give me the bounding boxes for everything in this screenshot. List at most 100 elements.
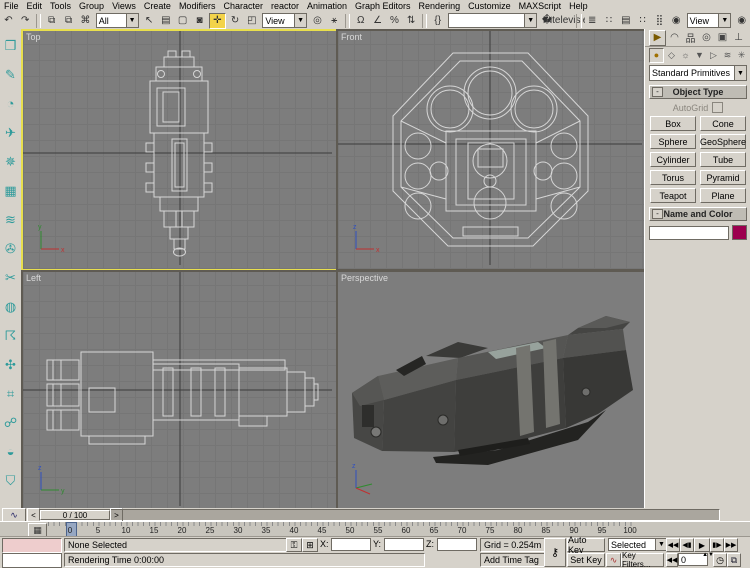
maxscript-listener-white-pane[interactable]: [2, 553, 62, 568]
primitive-button-teapot[interactable]: Teapot: [650, 188, 696, 203]
key-filter-selection-dropdown[interactable]: Selected ▼: [608, 538, 668, 551]
menu-item-animation[interactable]: Animation: [303, 1, 351, 11]
primitive-category-dropdown[interactable]: Standard Primitives ▼: [649, 65, 747, 81]
track-bar[interactable]: ▦ 05101520253035404550556065707580859095…: [0, 521, 750, 537]
menu-item-create[interactable]: Create: [140, 1, 175, 11]
bind-to-space-warp-icon[interactable]: ⌘: [78, 14, 93, 28]
primitive-button-plane[interactable]: Plane: [700, 188, 746, 203]
x-coordinate-field[interactable]: [331, 538, 371, 551]
menu-item-customize[interactable]: Customize: [464, 1, 515, 11]
show-curves-toggle-icon[interactable]: ▦: [28, 523, 47, 537]
redo-icon[interactable]: ↷: [18, 14, 33, 28]
cameras-subtab[interactable]: ▼: [693, 49, 706, 62]
primitive-button-cone[interactable]: Cone: [700, 116, 746, 131]
menu-item-rendering[interactable]: Rendering: [415, 1, 465, 11]
lights-subtab[interactable]: ☼: [679, 49, 692, 62]
go-to-end-button[interactable]: ▶▶: [724, 538, 738, 552]
menu-item-character[interactable]: Character: [219, 1, 267, 11]
selection-lock-toggle[interactable]: ⚿: [286, 538, 302, 552]
object-color-swatch[interactable]: [732, 225, 747, 240]
quick-render-icon[interactable]: ◉: [734, 14, 749, 28]
material-editor-icon[interactable]: ⣿: [652, 14, 667, 28]
menu-item-modifiers[interactable]: Modifiers: [175, 1, 220, 11]
array-icon[interactable]: ∷: [602, 14, 617, 28]
named-selection-dropdown[interactable]: ▼: [448, 13, 537, 28]
time-configuration-icon[interactable]: ◷: [713, 553, 727, 567]
utilities-tab[interactable]: ⊥: [731, 31, 746, 45]
window-crossing-icon[interactable]: ◙: [192, 14, 207, 28]
autogrid-checkbox[interactable]: [712, 102, 723, 113]
select-and-link-icon[interactable]: ⧉: [44, 14, 59, 28]
compounds-tab-icon[interactable]: ◔: [2, 89, 20, 118]
select-and-manipulate-icon[interactable]: ⚹: [327, 14, 342, 28]
lights-cameras-tab-icon[interactable]: ✈: [2, 118, 20, 147]
align-icon[interactable]: �televisie: [557, 14, 573, 28]
primitive-button-cylinder[interactable]: Cylinder: [650, 152, 696, 167]
select-and-rotate-icon[interactable]: ↻: [228, 14, 243, 28]
menu-item-reactor[interactable]: reactor: [267, 1, 303, 11]
modify-tab[interactable]: ◠: [667, 31, 682, 45]
menu-item-group[interactable]: Group: [75, 1, 108, 11]
set-key-button[interactable]: Set Key: [567, 553, 605, 567]
create-tab[interactable]: ▶: [649, 30, 666, 46]
space-warps-subtab[interactable]: ≋: [721, 49, 734, 62]
primitive-button-pyramid[interactable]: Pyramid: [700, 170, 746, 185]
time-slider-handle[interactable]: 0 / 100: [40, 510, 110, 520]
modifiers-tab-icon[interactable]: ✇: [2, 234, 20, 263]
undo-icon[interactable]: ↶: [1, 14, 16, 28]
menu-item-file[interactable]: File: [0, 1, 23, 11]
track-bar-ruler[interactable]: 0510152025303540455055606570758085909510…: [48, 522, 720, 537]
named-selection-sets-icon[interactable]: {}: [430, 14, 445, 28]
shapes-tab-icon[interactable]: ✎: [2, 60, 20, 89]
primitive-button-box[interactable]: Box: [650, 116, 696, 131]
maxscript-listener-pink-pane[interactable]: [2, 538, 62, 553]
space-warps-tab-icon[interactable]: ≋: [2, 205, 20, 234]
animation-tab-icon[interactable]: ✣: [2, 350, 20, 379]
dynamics-tab-icon[interactable]: ☈: [2, 321, 20, 350]
rectangular-selection-region-icon[interactable]: ▢: [175, 14, 190, 28]
time-slider-track[interactable]: 0 / 100: [39, 509, 720, 521]
select-by-name-icon[interactable]: ▤: [158, 14, 173, 28]
viewport-left[interactable]: Left: [21, 270, 338, 512]
menu-item-graph-editors[interactable]: Graph Editors: [351, 1, 415, 11]
menu-item-help[interactable]: Help: [565, 1, 592, 11]
primitive-button-tube[interactable]: Tube: [700, 152, 746, 167]
render-type-dropdown[interactable]: View▼: [687, 13, 732, 28]
absolute-offset-toggle[interactable]: ⊞: [302, 538, 318, 552]
curve-editor-icon[interactable]: ▤: [618, 14, 633, 28]
particles-tab-icon[interactable]: ✵: [2, 147, 20, 176]
set-keys-key-icon[interactable]: ⚷: [544, 538, 566, 567]
snap-toggle-3d-icon[interactable]: Ω: [353, 14, 368, 28]
name-and-color-rollout-header[interactable]: - Name and Color: [649, 207, 747, 221]
angle-snap-icon[interactable]: ∠: [370, 14, 385, 28]
schematic-view-icon[interactable]: ∷: [635, 14, 650, 28]
viewport-front[interactable]: Front: [336, 29, 648, 271]
hierarchy-tab[interactable]: 品: [683, 31, 698, 45]
constraints-tab-icon[interactable]: ⌗: [2, 379, 20, 408]
render-scene-icon[interactable]: ◉: [669, 14, 684, 28]
helpers-subtab[interactable]: ▷: [707, 49, 720, 62]
rendering-tab-icon[interactable]: ◍: [2, 292, 20, 321]
geometry-subtab[interactable]: ●: [649, 48, 664, 63]
menu-item-views[interactable]: Views: [108, 1, 140, 11]
controllers-tab-icon[interactable]: ☍: [2, 408, 20, 437]
display-tab[interactable]: ▣: [715, 31, 730, 45]
select-and-scale-icon[interactable]: ◰: [245, 14, 260, 28]
play-button[interactable]: ▶: [694, 538, 710, 552]
min-max-viewport-toggle[interactable]: ⧉: [727, 553, 741, 567]
primitive-button-torus[interactable]: Torus: [650, 170, 696, 185]
open-mini-curve-editor-button[interactable]: ∿: [2, 508, 26, 522]
menu-item-edit[interactable]: Edit: [23, 1, 47, 11]
key-filters-button[interactable]: Key Filters...: [621, 553, 664, 567]
add-time-tag[interactable]: Add Time Tag: [480, 553, 545, 567]
modeling-tab-icon[interactable]: ✂: [2, 263, 20, 292]
use-pivot-point-icon[interactable]: ◎: [310, 14, 325, 28]
spinner-snap-icon[interactable]: ⇅: [404, 14, 419, 28]
key-mode-toggle[interactable]: ◀◀: [666, 553, 678, 567]
next-frame-arrow[interactable]: >: [110, 508, 123, 522]
systems-subtab[interactable]: ✳: [735, 49, 748, 62]
materials-tab-icon[interactable]: ◒: [2, 437, 20, 466]
default-in-out-tangents-icon[interactable]: ∿: [606, 553, 621, 567]
y-coordinate-field[interactable]: [384, 538, 424, 551]
viewport-top[interactable]: Top: [21, 29, 338, 271]
